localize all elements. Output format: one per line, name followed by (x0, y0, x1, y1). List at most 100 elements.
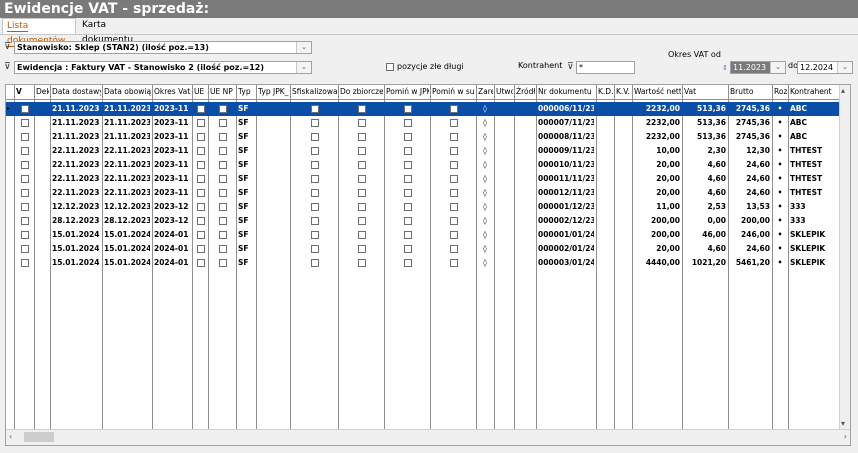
row-checkbox[interactable] (21, 147, 29, 155)
column-header[interactable]: Vat (684, 85, 727, 98)
row-checkbox[interactable] (219, 161, 227, 169)
row-checkbox[interactable] (358, 217, 366, 225)
table-row[interactable]: 22.11.2023 22.11.2023 2023-11 SF ◊ 000011/11/… (6, 172, 842, 186)
row-checkbox[interactable] (358, 161, 366, 169)
row-checkbox[interactable] (21, 175, 29, 183)
column-header[interactable]: Pomiń w JPK (386, 85, 429, 98)
row-checkbox[interactable] (404, 105, 412, 113)
column-header[interactable]: V (16, 85, 33, 98)
row-checkbox[interactable] (311, 203, 319, 211)
column-header[interactable]: UE (194, 85, 207, 98)
column-header[interactable]: Okres Vat (154, 85, 191, 98)
column-header[interactable]: Pomiń w sum (432, 85, 475, 98)
row-checkbox[interactable] (219, 259, 227, 267)
row-checkbox[interactable] (404, 203, 412, 211)
table-row[interactable]: 12.12.2023 12.12.2023 2023-12 SF ◊ 000001/12/… (6, 200, 842, 214)
row-checkbox[interactable] (311, 189, 319, 197)
tab-karta-dokumentu[interactable]: Karta dokumentu (78, 18, 150, 45)
row-checkbox[interactable] (450, 175, 458, 183)
row-checkbox[interactable] (358, 203, 366, 211)
row-checkbox[interactable] (219, 133, 227, 141)
table-row[interactable]: ▸ 21.11.2023 21.11.2023 2023-11 SF ◊ 000006/11… (6, 102, 842, 116)
filter-icon[interactable]: ⊽ (567, 63, 576, 72)
row-checkbox[interactable] (197, 119, 205, 127)
row-checkbox[interactable] (358, 245, 366, 253)
row-checkbox[interactable] (404, 259, 412, 267)
row-checkbox[interactable] (21, 133, 29, 141)
row-checkbox[interactable] (21, 161, 29, 169)
table-row[interactable]: 21.11.2023 21.11.2023 2023-11 SF ◊ 000007/11/… (6, 116, 842, 130)
row-checkbox[interactable] (311, 147, 319, 155)
row-checkbox[interactable] (21, 259, 29, 267)
row-checkbox[interactable] (219, 203, 227, 211)
stanowisko-select[interactable]: Stanowisko: Sklep (STAN2) (ilość poz.=13… (14, 41, 312, 54)
row-checkbox[interactable] (404, 119, 412, 127)
row-checkbox[interactable] (21, 245, 29, 253)
row-checkbox[interactable] (311, 175, 319, 183)
column-header[interactable]: Typ JPK_ (258, 85, 289, 98)
row-checkbox[interactable] (358, 189, 366, 197)
row-checkbox[interactable] (358, 119, 366, 127)
row-checkbox[interactable] (404, 147, 412, 155)
row-checkbox[interactable] (197, 105, 205, 113)
column-header[interactable]: K.V. (616, 85, 631, 98)
row-checkbox[interactable] (450, 189, 458, 197)
table-row[interactable]: 22.11.2023 22.11.2023 2023-11 SF ◊ 000012/11/… (6, 186, 842, 200)
row-checkbox[interactable] (219, 119, 227, 127)
column-header[interactable]: Do zbiorczego (340, 85, 383, 98)
table-row[interactable]: 15.01.2024 15.01.2024 2024-01 SF ◊ 000001/01/… (6, 228, 842, 242)
row-checkbox[interactable] (450, 231, 458, 239)
row-checkbox[interactable] (358, 175, 366, 183)
column-header[interactable]: Zarejes (478, 85, 493, 98)
table-row[interactable]: 22.11.2023 22.11.2023 2023-11 SF ◊ 000009/11/… (6, 144, 842, 158)
row-checkbox[interactable] (311, 245, 319, 253)
row-checkbox[interactable] (358, 231, 366, 239)
row-checkbox[interactable] (311, 105, 319, 113)
column-header[interactable]: Brutto (730, 85, 771, 98)
row-checkbox[interactable] (404, 133, 412, 141)
row-checkbox[interactable] (197, 245, 205, 253)
row-checkbox[interactable] (404, 245, 412, 253)
column-header[interactable]: Kontrahent (790, 85, 841, 98)
row-checkbox[interactable] (311, 119, 319, 127)
row-checkbox[interactable] (450, 245, 458, 253)
row-checkbox[interactable] (404, 161, 412, 169)
column-header[interactable]: Typ (238, 85, 255, 98)
row-checkbox[interactable] (197, 175, 205, 183)
row-checkbox[interactable] (21, 189, 29, 197)
chevron-down-icon[interactable]: ⌄ (296, 62, 311, 73)
row-checkbox[interactable] (21, 217, 29, 225)
row-checkbox[interactable] (404, 189, 412, 197)
column-header[interactable]: Roz (774, 85, 787, 98)
row-checkbox[interactable] (404, 217, 412, 225)
row-checkbox[interactable] (21, 105, 29, 113)
table-row[interactable]: 15.01.2024 15.01.2024 2024-01 SF ◊ 000003/01/… (6, 256, 842, 270)
column-header[interactable]: Źródło (516, 85, 535, 98)
row-checkbox[interactable] (311, 217, 319, 225)
row-checkbox[interactable] (219, 245, 227, 253)
kontrahent-input[interactable]: * (576, 61, 635, 74)
column-header[interactable]: UE NP (210, 85, 235, 98)
row-checkbox[interactable] (311, 161, 319, 169)
column-header[interactable]: Nr dokumentu (538, 85, 595, 98)
table-row[interactable]: 28.12.2023 28.12.2023 2023-12 SF ◊ 000002/12/… (6, 214, 842, 228)
row-checkbox[interactable] (450, 161, 458, 169)
row-checkbox[interactable] (450, 259, 458, 267)
row-checkbox[interactable] (219, 105, 227, 113)
pozycje-zle-dlugi-checkbox[interactable] (386, 63, 394, 71)
scroll-up-icon[interactable]: ▴ (841, 86, 845, 95)
row-checkbox[interactable] (404, 175, 412, 183)
table-row[interactable]: 22.11.2023 22.11.2023 2023-11 SF ◊ 000010/11/… (6, 158, 842, 172)
column-header[interactable]: Sfiskalizowan (292, 85, 337, 98)
row-checkbox[interactable] (450, 203, 458, 211)
row-checkbox[interactable] (450, 133, 458, 141)
row-checkbox[interactable] (197, 161, 205, 169)
scroll-down-icon[interactable]: ▾ (841, 419, 845, 428)
column-header[interactable]: Utworz (496, 85, 513, 98)
column-header[interactable]: Data dostawy/u (52, 85, 101, 98)
row-checkbox[interactable] (404, 231, 412, 239)
chevron-down-icon[interactable]: ⌄ (770, 62, 785, 73)
row-checkbox[interactable] (358, 259, 366, 267)
ewidencja-select[interactable]: Ewidencja : Faktury VAT - Stanowisko 2 (… (14, 61, 312, 74)
row-checkbox[interactable] (197, 147, 205, 155)
